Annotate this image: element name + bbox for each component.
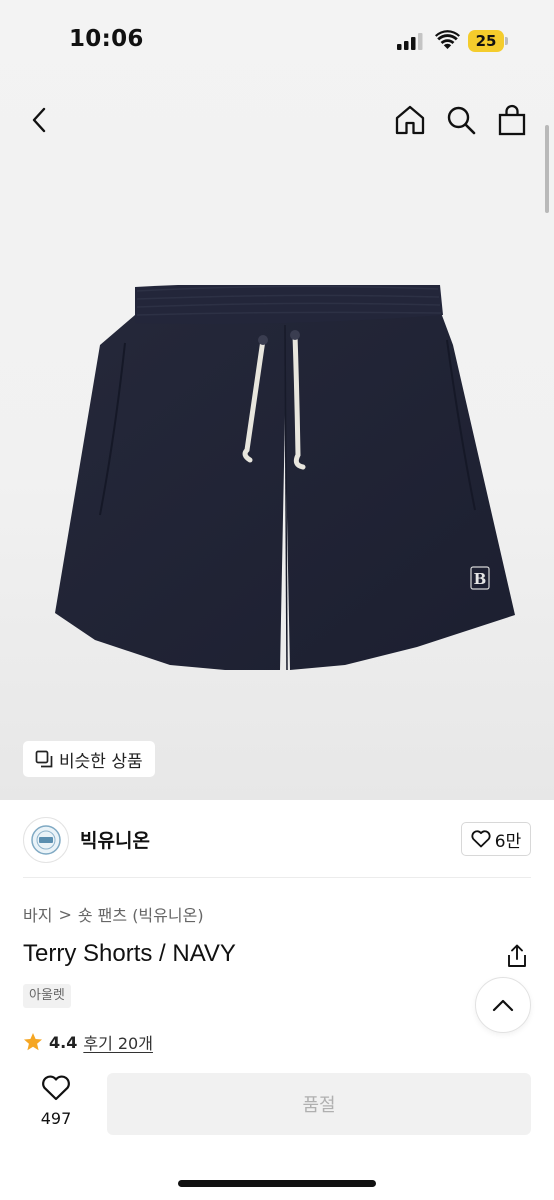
sold-out-label: 품절	[302, 1095, 336, 1116]
breadcrumb: 바지 > 숏 팬츠 (빅유니온)	[23, 902, 204, 926]
brand-logo[interactable]	[23, 817, 69, 863]
chevron-left-icon	[32, 107, 46, 133]
battery-level: 25	[475, 32, 497, 50]
chevron-up-icon	[492, 999, 514, 1012]
brand-like-button[interactable]: 6만	[461, 822, 531, 856]
shopping-bag-icon	[498, 104, 526, 136]
share-icon	[508, 944, 526, 967]
similar-products-label: 비슷한 상품	[59, 751, 143, 772]
home-button[interactable]	[390, 100, 430, 140]
wishlist-button[interactable]: 497	[36, 1075, 76, 1128]
copy-icon	[35, 750, 53, 768]
reviews-link[interactable]: 후기 20개	[83, 1030, 153, 1054]
home-indicator	[178, 1180, 376, 1187]
heart-icon	[471, 830, 491, 848]
product-title: Terry Shorts / NAVY	[23, 940, 236, 967]
wifi-icon	[435, 30, 460, 49]
wishlist-count: 497	[40, 1109, 72, 1128]
divider	[23, 877, 531, 878]
brand-like-count: 6만	[494, 831, 522, 852]
heart-icon	[42, 1075, 70, 1101]
status-time: 10:06	[69, 26, 144, 52]
similar-products-button[interactable]: 비슷한 상품	[23, 741, 155, 777]
breadcrumb-subcategory[interactable]: 숏 팬츠 (빅유니온)	[78, 902, 204, 926]
search-icon	[447, 106, 476, 135]
home-icon	[395, 105, 425, 135]
product-image[interactable]: B	[55, 285, 515, 670]
battery-icon: 25	[468, 30, 508, 52]
rating-row: 4.4 후기 20개	[23, 1030, 153, 1054]
cart-button[interactable]	[492, 100, 532, 140]
outlet-tag: 아울렛	[23, 984, 71, 1008]
cellular-signal-icon	[397, 33, 423, 50]
sold-out-button[interactable]: 품절	[107, 1073, 531, 1135]
status-bar: 10:06 25	[0, 0, 554, 80]
search-button[interactable]	[441, 100, 481, 140]
star-icon	[24, 1033, 42, 1051]
breadcrumb-separator: >	[58, 904, 72, 924]
brand-emblem-icon	[31, 825, 61, 855]
product-logo-letter: B	[474, 570, 487, 588]
scrollbar[interactable]	[545, 125, 549, 213]
back-button[interactable]	[20, 100, 60, 140]
share-button[interactable]	[503, 942, 531, 970]
brand-name[interactable]: 빅유니온	[80, 826, 150, 853]
rating-score: 4.4	[49, 1032, 78, 1052]
scroll-to-top-button[interactable]	[475, 977, 531, 1033]
breadcrumb-category[interactable]: 바지	[23, 902, 52, 926]
